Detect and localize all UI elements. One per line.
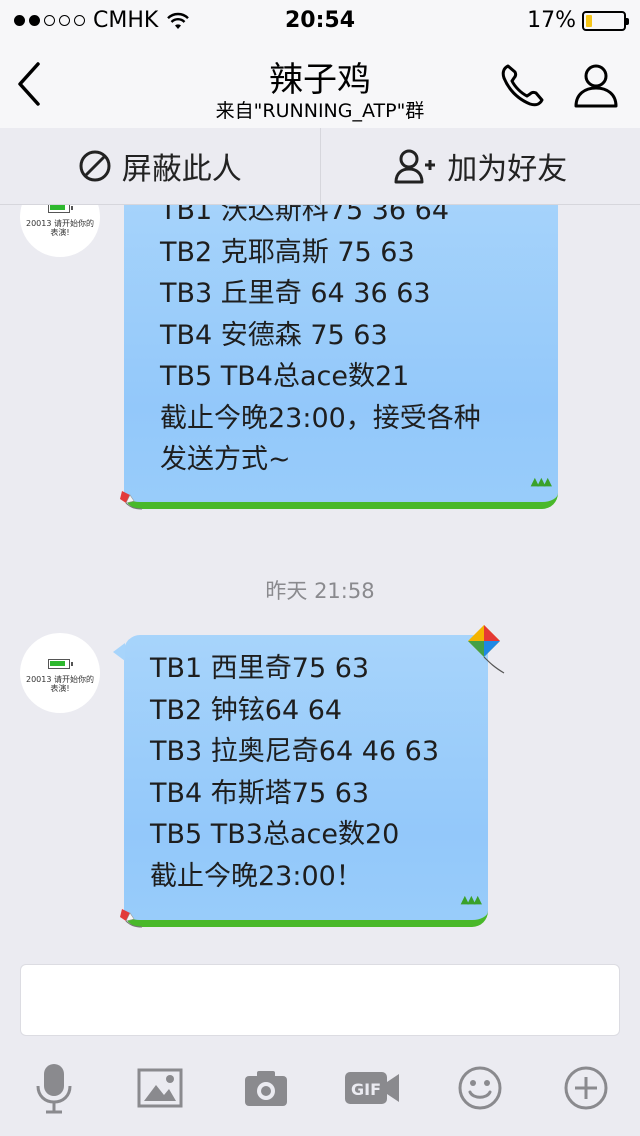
sender-avatar[interactable]: 20013 请开始你的表演! xyxy=(20,205,100,257)
block-icon xyxy=(79,150,111,182)
message-line: TB1 沃达斯科75 36 64 xyxy=(160,205,450,226)
avatar-caption: 20013 请开始你的表演! xyxy=(26,675,94,693)
message-bubble[interactable]: TB1 西里奇75 63 TB2 钟铉64 64 TB3 拉奥尼奇64 46 6… xyxy=(113,635,488,927)
message-line: TB3 拉奥尼奇64 46 63 xyxy=(150,736,440,767)
photo-button[interactable] xyxy=(130,1058,190,1118)
battery-status: 17% xyxy=(527,8,629,33)
nav-bar: 辣子鸡 来自"RUNNING_ATP"群 xyxy=(0,40,640,129)
add-friend-button[interactable]: 加为好友 xyxy=(319,128,640,204)
sender-avatar[interactable]: 20013 请开始你的表演! xyxy=(20,633,100,713)
add-friend-label: 加为好友 xyxy=(447,152,568,187)
kite-icon xyxy=(468,625,505,674)
camera-button[interactable] xyxy=(236,1058,296,1118)
message-bubble[interactable]: TB1 沃达斯科75 36 64 TB2 克耶高斯 75 63 TB3 丘里奇 … xyxy=(124,205,558,509)
grass-decoration: ▲▲▲ xyxy=(460,892,482,906)
message-line: TB2 克耶高斯 75 63 xyxy=(160,236,415,268)
gif-icon: GIF xyxy=(345,1072,399,1104)
image-icon xyxy=(137,1068,183,1108)
call-button[interactable] xyxy=(496,60,552,110)
plus-circle-icon xyxy=(564,1066,608,1110)
grass-decoration: ▲▲▲ xyxy=(530,474,552,488)
message-line: 截止今晚23:00，接受各种 xyxy=(160,402,481,434)
battery-icon xyxy=(48,205,73,213)
message-line: 截止今晚23:00！ xyxy=(150,860,363,892)
message-line: TB1 西里奇75 63 xyxy=(150,653,370,684)
battery-icon xyxy=(582,10,629,31)
stranger-action-bar: 屏蔽此人 加为好友 xyxy=(0,128,640,205)
more-button[interactable] xyxy=(556,1058,616,1118)
gif-label: GIF xyxy=(351,1080,381,1099)
message-input[interactable] xyxy=(20,964,620,1036)
input-toolbar: GIF xyxy=(0,1058,640,1118)
kite-icon xyxy=(120,491,142,510)
kite-icon xyxy=(120,909,142,928)
battery-percent: 17% xyxy=(527,8,576,33)
voice-button[interactable] xyxy=(24,1058,84,1118)
chat-area[interactable]: 20013 请开始你的表演! TB1 沃达斯科75 36 64 TB2 克耶高斯… xyxy=(0,205,640,960)
microphone-icon xyxy=(36,1064,72,1114)
gif-button[interactable]: GIF xyxy=(342,1058,402,1118)
phone-icon xyxy=(501,64,544,107)
battery-level xyxy=(586,14,592,27)
message-line: TB3 丘里奇 64 36 63 xyxy=(160,278,431,309)
message-line: TB5 TB4总ace数21 xyxy=(160,361,410,392)
message-line: TB2 钟铉64 64 xyxy=(150,694,343,726)
profile-button[interactable] xyxy=(568,60,624,110)
emoji-button[interactable] xyxy=(450,1058,510,1118)
message-line: TB5 TB3总ace数20 xyxy=(150,819,400,850)
add-friend-icon xyxy=(394,149,436,184)
message-line: 发送方式~ xyxy=(160,444,291,475)
emoji-icon xyxy=(458,1066,502,1110)
battery-icon xyxy=(48,659,73,669)
message-line: TB4 布斯塔75 63 xyxy=(150,777,370,809)
block-user-label: 屏蔽此人 xyxy=(121,152,242,187)
camera-icon xyxy=(245,1071,287,1106)
message-line: TB4 安德森 75 63 xyxy=(160,319,388,351)
message-timestamp: 昨天 21:58 xyxy=(265,579,375,603)
avatar-caption: 20013 请开始你的表演! xyxy=(26,219,94,237)
status-bar: CMHK 20:54 17% xyxy=(0,0,640,40)
person-icon xyxy=(574,64,618,108)
block-user-button[interactable]: 屏蔽此人 xyxy=(0,128,320,204)
